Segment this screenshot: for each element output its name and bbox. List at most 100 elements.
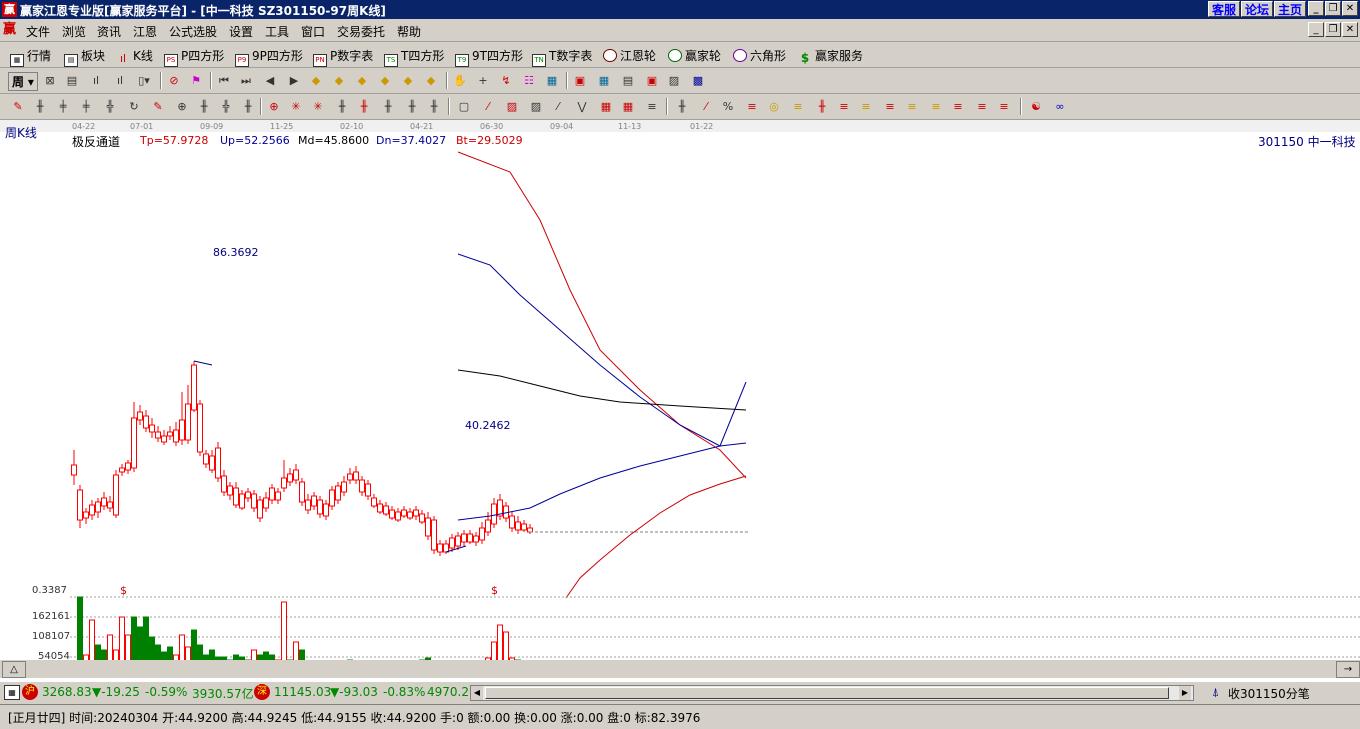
shrink-icon[interactable]: ◆ [423,73,439,88]
draw-tool-3-icon[interactable]: ╪ [55,99,71,114]
zoom-in-icon[interactable]: ◆ [308,73,324,88]
winner-service-button[interactable]: $ 赢家服务 [798,47,863,66]
draw-tool-15-icon[interactable]: ╫ [334,99,350,114]
menu-news[interactable]: 资讯 [97,23,121,40]
price-square-button[interactable]: PS P四方形 [164,47,224,67]
draw-tool-19-icon[interactable]: ╫ [426,99,442,114]
candle-select-icon[interactable]: ▯▾ [136,73,152,88]
scroll-left-icon[interactable]: ◀ [262,73,278,88]
minimize-icon[interactable]: _ [1308,1,1324,16]
pen-icon[interactable]: ✎ [10,99,26,114]
time-square9-button[interactable]: T9 9T四方形 [455,47,523,67]
homepage-button[interactable]: 主页 [1274,1,1306,17]
horizontal-scrollbar[interactable]: ◀ ▶ [470,685,1194,701]
draw-tool-30-icon[interactable]: ⁄ [698,99,714,114]
move-down-icon[interactable]: ◆ [377,73,393,88]
hand-icon[interactable]: ✋ [452,73,468,88]
scroll-left-arrow-icon[interactable]: ◀ [471,686,483,700]
child-close-icon[interactable]: ✕ [1342,22,1358,37]
draw-tool-12-icon[interactable]: ⊕ [266,99,282,114]
price-square9-button[interactable]: P9 9P四方形 [235,47,303,67]
bars-icon[interactable]: ıl [88,73,104,88]
draw-tool-36-icon[interactable]: ≡ [836,99,852,114]
scroll-right-arrow-icon[interactable]: ▶ [1179,686,1191,700]
draw-tool-23-icon[interactable]: ▨ [528,99,544,114]
menu-help[interactable]: 帮助 [397,23,421,40]
table-icon[interactable]: ▦ [596,73,612,88]
draw-tool-22-icon[interactable]: ▨ [504,99,520,114]
tick-data-icon[interactable]: ⍋ [1212,685,1219,700]
draw-tool-42-icon[interactable]: ≡ [974,99,990,114]
flag-icon[interactable]: ⚑ [188,73,204,88]
draw-tool-11-icon[interactable]: ╫ [240,99,256,114]
draw-tool-6-icon[interactable]: ↻ [126,99,142,114]
draw-tool-27-icon[interactable]: ▦ [620,99,636,114]
close-icon[interactable]: ✕ [1342,1,1358,16]
period-select[interactable]: 周 ▾ [8,72,38,91]
gann-wheel-button[interactable]: 江恩轮 [603,47,656,64]
scroll-right-icon[interactable]: ▶ [286,73,302,88]
menu-formula[interactable]: 公式选股 [169,23,217,40]
candle-type-icon[interactable]: ıl [112,73,128,88]
quote-grid-icon[interactable]: ▦ [4,685,20,700]
draw-tool-40-icon[interactable]: ≡ [928,99,944,114]
line-tool-icon[interactable]: ↯ [498,73,514,88]
crosshair-icon[interactable]: ⊠ [42,73,58,88]
draw-tool-16-icon[interactable]: ╫ [356,99,372,114]
report-icon[interactable]: ▤ [620,73,636,88]
draw-tool-33-icon[interactable]: ◎ [766,99,782,114]
scrollbar-thumb[interactable] [485,687,1169,699]
menu-tools[interactable]: 工具 [265,23,289,40]
infinity-icon[interactable]: ∞ [1052,99,1068,114]
draw-tool-14-icon[interactable]: ✳ [310,99,326,114]
percent-icon[interactable]: % [720,99,736,114]
draw-tool-4-icon[interactable]: ╪ [78,99,94,114]
pattern-icon[interactable]: ☷ [521,73,537,88]
cross-icon[interactable]: + [475,73,491,88]
child-restore-icon[interactable]: ❐ [1325,22,1341,37]
draw-tool-34-icon[interactable]: ≡ [790,99,806,114]
time-square-button[interactable]: TS T四方形 [384,47,444,67]
draw-tool-28-icon[interactable]: ≡ [644,99,660,114]
draw-tool-9-icon[interactable]: ╫ [196,99,212,114]
forum-button[interactable]: 论坛 [1241,1,1273,17]
print-icon[interactable]: ▨ [666,73,682,88]
doc-icon[interactable]: ▤ [64,73,80,88]
chart-area[interactable]: 04-22 07-01 09-09 11-25 02-10 04-21 06-30 09-04… [0,120,1360,662]
draw-tool-38-icon[interactable]: ≡ [882,99,898,114]
sectors-button[interactable]: ▤ 板块 [64,47,105,67]
menu-settings[interactable]: 设置 [229,23,253,40]
draw-tool-8-icon[interactable]: ⊕ [174,99,190,114]
menu-window[interactable]: 窗口 [301,23,325,40]
restore-icon[interactable]: ❐ [1325,1,1341,16]
hexagon-button[interactable]: 六角形 [733,47,786,64]
no-entry-icon[interactable]: ⊘ [166,73,182,88]
winner-wheel-button[interactable]: 赢家轮 [668,47,721,64]
next-arrow-icon[interactable]: → [1336,661,1360,678]
save-icon[interactable]: ▣ [644,73,660,88]
draw-tool-18-icon[interactable]: ╫ [404,99,420,114]
draw-tool-21-icon[interactable]: ⁄ [480,99,496,114]
menu-file[interactable]: 文件 [26,23,50,40]
menu-browse[interactable]: 浏览 [62,23,86,40]
shenzhen-badge[interactable]: 深 [254,684,270,700]
draw-tool-39-icon[interactable]: ≡ [904,99,920,114]
yin-yang-icon[interactable]: ☯ [1028,99,1044,114]
export-icon[interactable]: ▩ [690,73,706,88]
menu-trade[interactable]: 交易委托 [337,23,385,40]
customer-service-button[interactable]: 客服 [1208,1,1240,17]
grid-tool-icon[interactable]: ▦ [544,73,560,88]
time-table-button[interactable]: TN T数字表 [532,47,592,67]
shanghai-badge[interactable]: 沪 [22,684,38,700]
child-minimize-icon[interactable]: _ [1308,22,1324,37]
draw-tool-17-icon[interactable]: ╫ [380,99,396,114]
draw-tool-25-icon[interactable]: ⋁ [574,99,590,114]
draw-tool-13-icon[interactable]: ✳ [288,99,304,114]
draw-tool-5-icon[interactable]: ╬ [102,99,118,114]
draw-tool-10-icon[interactable]: ╬ [218,99,234,114]
draw-tool-7-icon[interactable]: ✎ [150,99,166,114]
draw-tool-2-icon[interactable]: ╫ [32,99,48,114]
tick-data-label[interactable]: 收301150分笔 [1228,685,1310,702]
draw-tool-20-icon[interactable]: ▢ [456,99,472,114]
kline-button[interactable]: ıl K线 [116,47,153,66]
